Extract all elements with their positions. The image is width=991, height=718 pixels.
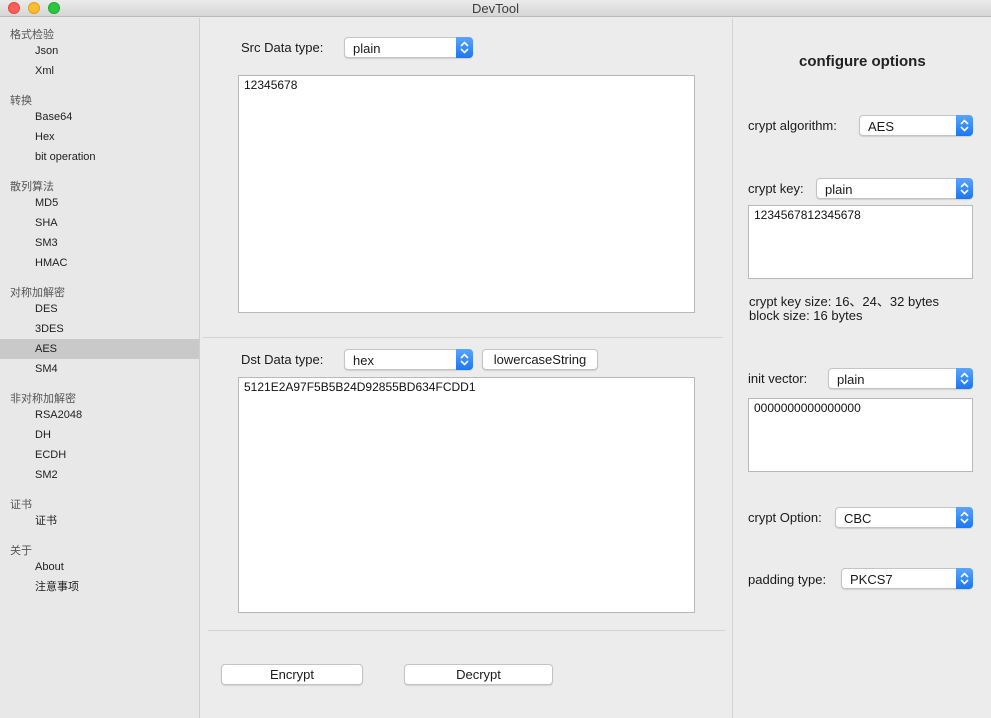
updown-arrow-icon bbox=[456, 349, 473, 370]
updown-arrow-icon bbox=[956, 568, 973, 589]
sidebar-group-asymmetric: 非对称加解密 bbox=[10, 393, 76, 405]
sidebar-item-md5[interactable]: MD5 bbox=[0, 193, 199, 213]
updown-arrow-icon bbox=[456, 37, 473, 58]
encrypt-button[interactable]: Encrypt bbox=[221, 664, 363, 685]
sidebar-item-rsa2048[interactable]: RSA2048 bbox=[0, 405, 199, 425]
sidebar-item-sha[interactable]: SHA bbox=[0, 213, 199, 233]
sidebar-item-sm2[interactable]: SM2 bbox=[0, 465, 199, 485]
src-data-type-label: Src Data type: bbox=[241, 40, 324, 55]
updown-arrow-icon bbox=[956, 368, 973, 389]
sidebar-item-aes[interactable]: AES bbox=[0, 339, 199, 359]
window-title: DevTool bbox=[472, 1, 519, 16]
sidebar-item-notes[interactable]: 注意事项 bbox=[0, 577, 199, 597]
src-data-type-select[interactable]: plain bbox=[344, 37, 473, 58]
sidebar-item-dh[interactable]: DH bbox=[0, 425, 199, 445]
sidebar-item-xml[interactable]: Xml bbox=[0, 61, 199, 81]
sidebar-group-about: 关于 bbox=[10, 545, 32, 557]
crypt-algorithm-value: AES bbox=[868, 119, 895, 134]
src-data-textarea[interactable]: 12345678 bbox=[238, 75, 695, 313]
block-size-note: block size: 16 bytes bbox=[749, 308, 863, 323]
dst-data-textarea[interactable]: 5121E2A97F5B5B24D92855BD634FCDD1 bbox=[238, 377, 695, 613]
crypt-key-type-select[interactable]: plain bbox=[816, 178, 973, 199]
configure-options-heading: configure options bbox=[799, 53, 926, 70]
init-vector-textarea[interactable]: 0000000000000000 bbox=[748, 398, 973, 472]
crypt-option-value: CBC bbox=[844, 511, 872, 526]
sidebar-item-json[interactable]: Json bbox=[0, 41, 199, 61]
updown-arrow-icon bbox=[956, 115, 973, 136]
crypt-key-label: crypt key: bbox=[748, 181, 804, 196]
sidebar-group-convert: 转换 bbox=[10, 95, 32, 107]
init-vector-type-select[interactable]: plain bbox=[828, 368, 973, 389]
dst-data-type-value: hex bbox=[353, 353, 374, 368]
init-vector-type-value: plain bbox=[837, 372, 865, 387]
sidebar-item-bit-operation[interactable]: bit operation bbox=[0, 147, 199, 167]
sidebar-item-base64[interactable]: Base64 bbox=[0, 107, 199, 127]
title-bar: DevTool bbox=[0, 0, 991, 17]
padding-type-value: PKCS7 bbox=[850, 572, 893, 587]
sidebar-group-symmetric: 对称加解密 bbox=[10, 287, 65, 299]
sidebar-item-sm3[interactable]: SM3 bbox=[0, 233, 199, 253]
section-divider bbox=[208, 630, 725, 631]
sidebar-item-hmac[interactable]: HMAC bbox=[0, 253, 199, 273]
sidebar-item-des[interactable]: DES bbox=[0, 299, 199, 319]
crypt-algorithm-select[interactable]: AES bbox=[859, 115, 973, 136]
sidebar: 格式检验 Json Xml 转换 Base64 Hex bit operatio… bbox=[0, 18, 200, 718]
section-divider bbox=[203, 337, 723, 338]
sidebar-item-certificate[interactable]: 证书 bbox=[0, 511, 199, 531]
sidebar-item-sm4[interactable]: SM4 bbox=[0, 359, 199, 379]
updown-arrow-icon bbox=[956, 178, 973, 199]
crypt-option-select[interactable]: CBC bbox=[835, 507, 973, 528]
sidebar-group-certificate: 证书 bbox=[10, 499, 32, 511]
decrypt-button[interactable]: Decrypt bbox=[404, 664, 553, 685]
crypt-key-textarea[interactable]: 1234567812345678 bbox=[748, 205, 973, 279]
sidebar-item-ecdh[interactable]: ECDH bbox=[0, 445, 199, 465]
padding-type-label: padding type: bbox=[748, 572, 827, 587]
updown-arrow-icon bbox=[956, 507, 973, 528]
sidebar-group-format-check: 格式检验 bbox=[10, 29, 54, 41]
crypt-key-type-value: plain bbox=[825, 182, 853, 197]
crypt-algorithm-label: crypt algorithm: bbox=[748, 118, 837, 133]
dst-data-type-label: Dst Data type: bbox=[241, 352, 324, 367]
sidebar-item-hex[interactable]: Hex bbox=[0, 127, 199, 147]
options-panel-divider bbox=[732, 18, 733, 718]
init-vector-label: init vector: bbox=[748, 371, 808, 386]
lowercase-string-button[interactable]: lowercaseString bbox=[482, 349, 598, 370]
padding-type-select[interactable]: PKCS7 bbox=[841, 568, 973, 589]
sidebar-item-about[interactable]: About bbox=[0, 557, 199, 577]
sidebar-item-3des[interactable]: 3DES bbox=[0, 319, 199, 339]
src-data-type-value: plain bbox=[353, 41, 381, 56]
crypt-option-label: crypt Option: bbox=[748, 510, 822, 525]
dst-data-type-select[interactable]: hex bbox=[344, 349, 473, 370]
sidebar-group-hash: 散列算法 bbox=[10, 181, 54, 193]
